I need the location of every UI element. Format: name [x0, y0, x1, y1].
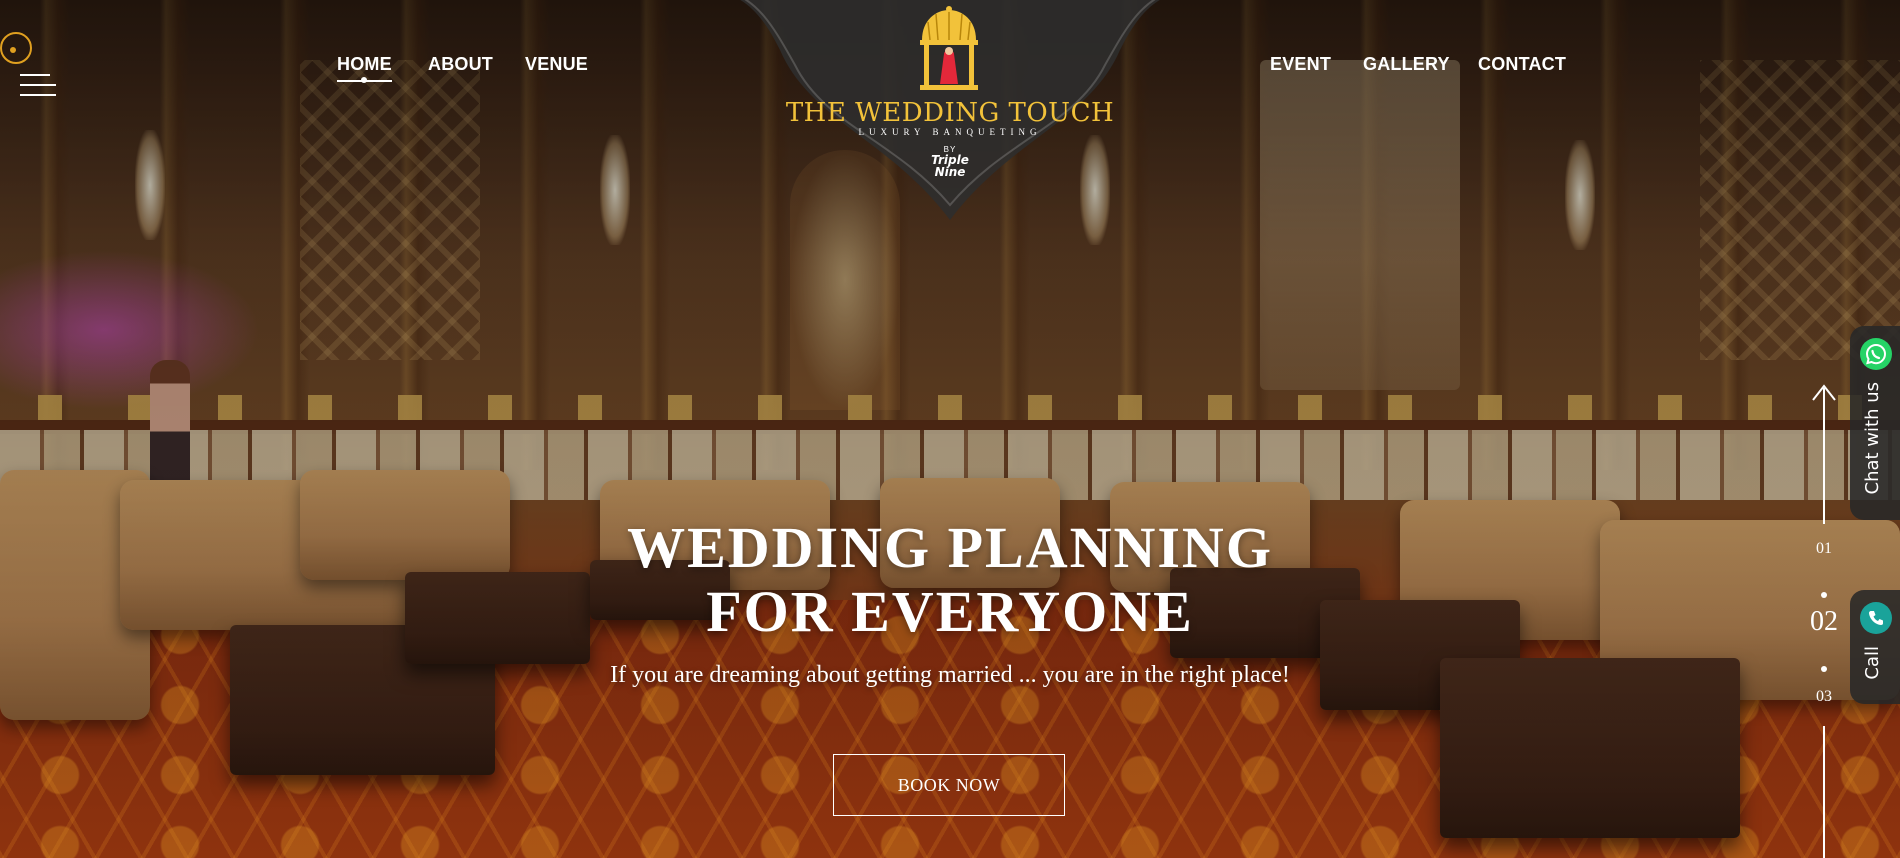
hero-title: WEDDING PLANNING FOR EVERYONE	[450, 516, 1450, 644]
hero-title-line-2: FOR EVERYONE	[706, 579, 1194, 644]
slide-dot	[1821, 666, 1827, 672]
brand-line-2: Nine	[934, 165, 966, 179]
logo-subtitle: LUXURY BANQUETING	[858, 127, 1042, 137]
whatsapp-chat-tab[interactable]: Chat with us	[1850, 326, 1900, 520]
hero-title-line-1: WEDDING PLANNING	[627, 515, 1273, 580]
phone-icon	[1860, 602, 1892, 634]
hero-subtitle: If you are dreaming about getting marrie…	[610, 662, 1290, 688]
nav-event[interactable]: EVENT	[1270, 54, 1331, 75]
pavilion-logo-icon[interactable]	[916, 6, 982, 92]
nav-venue[interactable]: VENUE	[525, 54, 588, 75]
call-label: Call	[1862, 646, 1883, 680]
book-now-button[interactable]: BOOK NOW	[833, 754, 1065, 816]
slide-dot	[1821, 592, 1827, 598]
slider-track-bottom	[1823, 726, 1825, 858]
nav-contact[interactable]: CONTACT	[1478, 54, 1566, 75]
menu-icon[interactable]	[20, 74, 56, 98]
slide-number-prev[interactable]: 01	[1794, 540, 1854, 558]
slide-number-current[interactable]: 02	[1794, 606, 1854, 638]
nav-active-dot	[361, 77, 367, 83]
call-tab[interactable]: Call	[1850, 590, 1900, 704]
whatsapp-label: Chat with us	[1862, 382, 1883, 495]
brand-logo: Triple Nine	[900, 154, 1000, 178]
whatsapp-icon	[1860, 338, 1892, 370]
nav-about[interactable]: ABOUT	[428, 54, 493, 75]
nav-home[interactable]: HOME	[337, 54, 392, 82]
slider-track-top	[1823, 388, 1825, 524]
indicator-dot-icon	[0, 32, 32, 64]
nav-gallery[interactable]: GALLERY	[1363, 54, 1450, 75]
logo-title: THE WEDDING TOUCH	[785, 98, 1115, 128]
slide-number-next[interactable]: 03	[1794, 688, 1854, 706]
